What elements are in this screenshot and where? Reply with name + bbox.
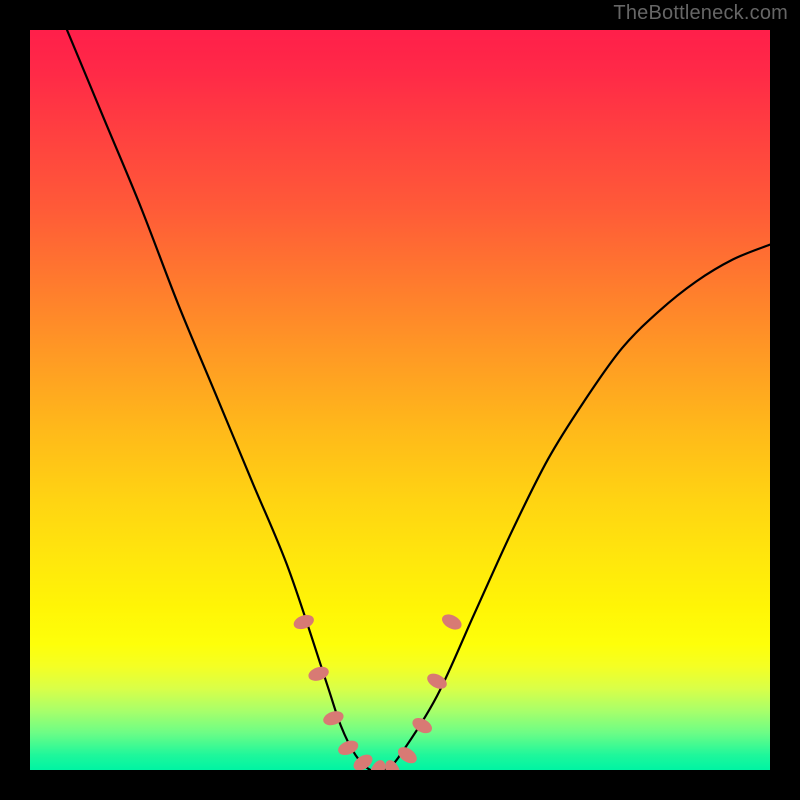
curve-marker [292, 613, 315, 631]
curve-marker [425, 671, 448, 691]
chart-frame: TheBottleneck.com [0, 0, 800, 800]
curve-marker [396, 745, 419, 766]
curve-marker [440, 612, 463, 632]
watermark-text: TheBottleneck.com [613, 2, 788, 25]
plot-area [30, 30, 770, 770]
bottleneck-curve [67, 30, 770, 770]
curve-marker [383, 758, 403, 770]
marker-group [292, 612, 463, 770]
curve-svg [30, 30, 770, 770]
